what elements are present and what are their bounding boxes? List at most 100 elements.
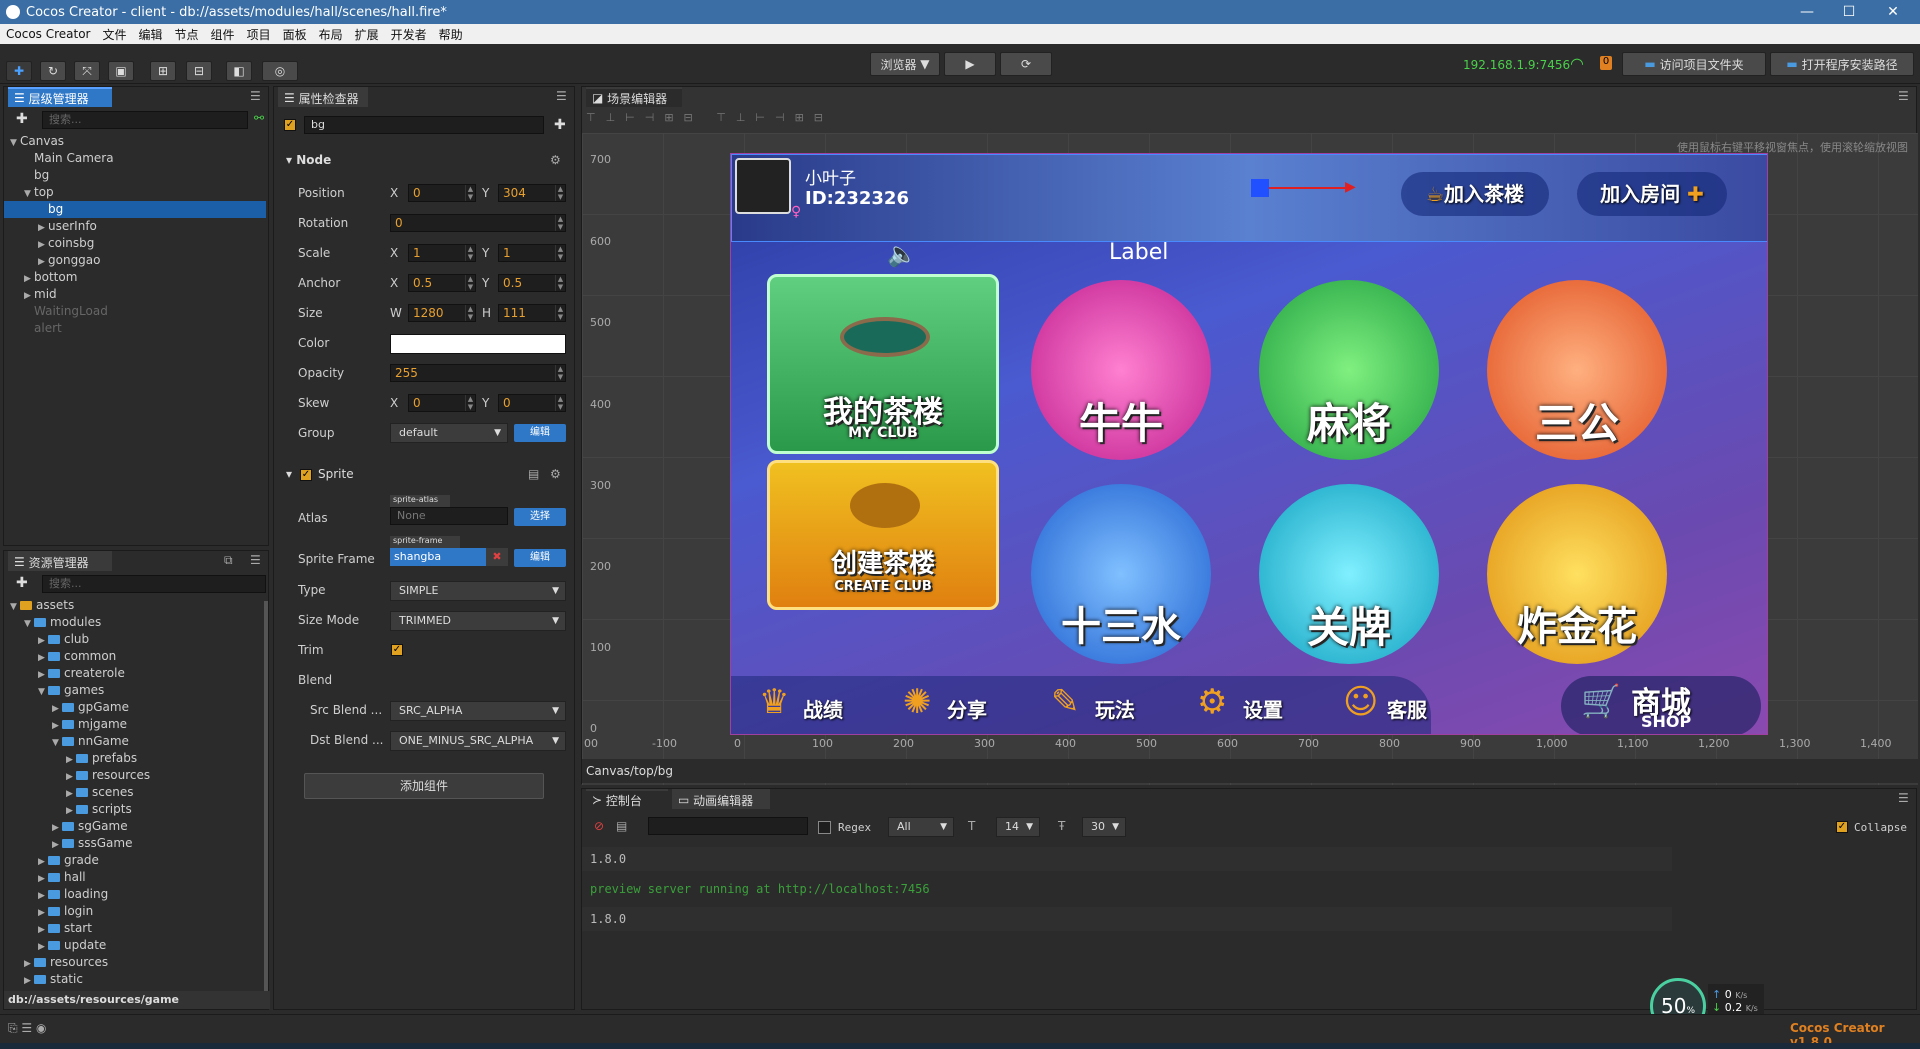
menu-item-panel[interactable]: 面板 xyxy=(277,26,313,43)
align-toolbar[interactable]: ⊤⊥⊢⊣⊞⊟ ⊤⊥⊢⊣⊞⊟ xyxy=(586,111,926,129)
add-icon[interactable]: ✚ xyxy=(554,117,566,133)
assets-tree-item[interactable]: ▶ resources xyxy=(4,954,266,971)
spinner-icon[interactable]: ▲ ▼ xyxy=(555,245,565,261)
assets-tree-item[interactable]: ▼ modules xyxy=(4,614,266,631)
rules-button[interactable]: 玩法 xyxy=(1095,694,1135,723)
tab-assets[interactable]: ☰ 资源管理器 xyxy=(8,551,112,571)
local-icon[interactable]: ⊟ xyxy=(186,61,212,81)
play-button[interactable]: ▶ xyxy=(944,52,996,76)
tab-inspector[interactable]: ☰ 属性检查器 xyxy=(278,87,368,107)
assets-tree-item[interactable]: ▶ common xyxy=(4,648,266,665)
atlas-field[interactable]: None xyxy=(390,507,508,525)
scale-y-input[interactable]: 1 ▲ ▼ xyxy=(498,244,566,262)
node-name-input[interactable]: bg xyxy=(304,116,544,134)
add-node-icon[interactable]: ✚ xyxy=(16,111,28,127)
maximize-button[interactable]: ☐ xyxy=(1826,0,1872,24)
menu-item-app[interactable]: Cocos Creator xyxy=(0,27,97,41)
share-button[interactable]: 分享 xyxy=(947,694,987,723)
menu-item-extension[interactable]: 扩展 xyxy=(349,26,385,43)
game-guanpai-button[interactable]: 关牌 xyxy=(1259,484,1439,664)
color-swatch[interactable] xyxy=(390,334,566,354)
status-icons[interactable]: ⎘ ☰ ◉ xyxy=(8,1021,46,1036)
panel-menu-icon[interactable]: ☰ xyxy=(556,89,567,103)
pivot-icon[interactable]: ⊞ xyxy=(150,61,176,81)
assets-tree-item[interactable]: ▶ scripts xyxy=(4,801,266,818)
clear-icon[interactable]: ✖ xyxy=(486,548,508,566)
spinner-icon[interactable]: ▲ ▼ xyxy=(555,185,565,201)
close-button[interactable]: ✕ xyxy=(1870,0,1916,24)
snap-icon[interactable]: ◧ xyxy=(226,61,252,81)
chevron-icon[interactable]: ▶ xyxy=(24,973,34,990)
assets-tree-item[interactable]: ▶ sgGame xyxy=(4,818,266,835)
group-edit-button[interactable]: 编辑 xyxy=(514,424,566,442)
assets-tree-item[interactable]: ▶ mjgame xyxy=(4,716,266,733)
hierarchy-tree-item[interactable]: ▶ coinsbg xyxy=(4,235,266,252)
avatar[interactable] xyxy=(735,158,791,214)
assets-tree-item[interactable]: ▶ static xyxy=(4,971,266,988)
visit-project-folder-button[interactable]: ▬ 访问项目文件夹 xyxy=(1622,52,1766,76)
anchor-x-input[interactable]: 0.5 ▲ ▼ xyxy=(408,274,476,292)
opacity-input[interactable]: 255 ▲ ▼ xyxy=(390,364,566,382)
minimize-button[interactable]: — xyxy=(1784,0,1830,24)
panel-menu-icon[interactable]: ☰ xyxy=(250,553,261,567)
assets-tree-item[interactable]: ▶ update xyxy=(4,937,266,954)
create-club-button[interactable]: 创建茶楼 CREATE CLUB xyxy=(767,460,999,610)
assets-tree-item[interactable]: ▼ assets xyxy=(4,597,266,614)
src-blend-select[interactable]: SRC_ALPHA ▼ xyxy=(390,701,566,721)
assets-tree-item[interactable]: ▶ sssGame xyxy=(4,835,266,852)
spinner-icon[interactable]: ▲ ▼ xyxy=(465,245,475,261)
game-mahjong-button[interactable]: 麻将 xyxy=(1259,280,1439,460)
spinner-icon[interactable]: ▲ ▼ xyxy=(465,395,475,411)
assets-tree-item[interactable]: ▶ grade xyxy=(4,852,266,869)
spinner-icon[interactable]: ▲ ▼ xyxy=(465,305,475,321)
popout-icon[interactable]: ⧉ xyxy=(224,553,233,568)
spinner-icon[interactable]: ▲ ▼ xyxy=(465,185,475,201)
hierarchy-tree-item[interactable]: alert xyxy=(4,320,266,337)
tab-animation-editor[interactable]: ▭ 动画编辑器 xyxy=(672,789,770,809)
panel-menu-icon[interactable]: ☰ xyxy=(250,89,261,103)
join-teahouse-button[interactable]: ☕加入茶楼 xyxy=(1401,172,1549,216)
transform-gizmo-handle[interactable] xyxy=(1251,179,1269,197)
scale-x-input[interactable]: 1 ▲ ▼ xyxy=(408,244,476,262)
size-mode-select[interactable]: TRIMMED ▼ xyxy=(390,611,566,631)
game-canvas[interactable]: 小叶子 ID:232326 ♀ ▶ ☕加入茶楼 加入房间 ✚ 🔈 Label 我… xyxy=(730,153,1768,735)
hierarchy-search-input[interactable]: 搜索... xyxy=(42,111,248,129)
skew-y-input[interactable]: 0 ▲ ▼ xyxy=(498,394,566,412)
menu-item-component[interactable]: 组件 xyxy=(205,26,241,43)
hierarchy-tree-item[interactable]: bg xyxy=(4,167,266,184)
move-tool-icon[interactable]: ✚ xyxy=(6,61,32,81)
hierarchy-tree-item[interactable]: ▶ userInfo xyxy=(4,218,266,235)
scale-tool-icon[interactable]: ⤧ xyxy=(74,61,100,81)
game-zhajinhua-button[interactable]: 炸金花 xyxy=(1487,484,1667,664)
size-w-input[interactable]: 1280 ▲ ▼ xyxy=(408,304,476,322)
assets-tree-item[interactable]: ▶ loading xyxy=(4,886,266,903)
spinner-icon[interactable]: ▲ ▼ xyxy=(555,395,565,411)
assets-tree-item[interactable]: ▶ hall xyxy=(4,869,266,886)
assets-tree-item[interactable]: ▼ games xyxy=(4,682,266,699)
regex-checkbox[interactable] xyxy=(818,821,831,834)
hierarchy-tree-item[interactable]: ▶ bottom xyxy=(4,269,266,286)
spinner-icon[interactable]: ▲ ▼ xyxy=(555,365,565,381)
assets-tree-item[interactable]: ▶ club xyxy=(4,631,266,648)
hierarchy-tree-item[interactable]: ▼ Canvas xyxy=(4,133,266,150)
menu-item-node[interactable]: 节点 xyxy=(169,26,205,43)
shop-button[interactable]: 🛒 商城 SHOP xyxy=(1561,676,1761,734)
log-file-icon[interactable]: ▤ xyxy=(616,819,627,833)
assets-scrollbar[interactable] xyxy=(264,601,268,991)
menu-item-project[interactable]: 项目 xyxy=(241,26,277,43)
sprite-section-header[interactable]: ▾ xyxy=(286,467,292,487)
assets-search-input[interactable]: 搜索... xyxy=(42,575,266,593)
skew-x-input[interactable]: 0 ▲ ▼ xyxy=(408,394,476,412)
hierarchy-tree-item[interactable]: ▶ mid xyxy=(4,286,266,303)
collapse-checkbox[interactable]: ✓ xyxy=(1836,821,1848,833)
assets-tree-item[interactable]: ▶ scenes xyxy=(4,784,266,801)
settings-icon[interactable]: ⚙ xyxy=(550,467,561,481)
open-install-path-button[interactable]: ▬ 打开程序安装路径 xyxy=(1770,52,1914,76)
node-active-checkbox[interactable]: ✓ xyxy=(284,119,296,131)
tab-hierarchy[interactable]: ☰ 层级管理器 xyxy=(8,87,112,107)
hierarchy-tree-item[interactable]: ▼ top xyxy=(4,184,266,201)
sprite-frame-field[interactable]: shangba ✖ xyxy=(390,548,508,566)
node-section-header[interactable]: ▾ Node xyxy=(286,153,331,173)
add-asset-icon[interactable]: ✚ xyxy=(16,575,28,591)
group-select[interactable]: default ▼ xyxy=(390,423,508,443)
